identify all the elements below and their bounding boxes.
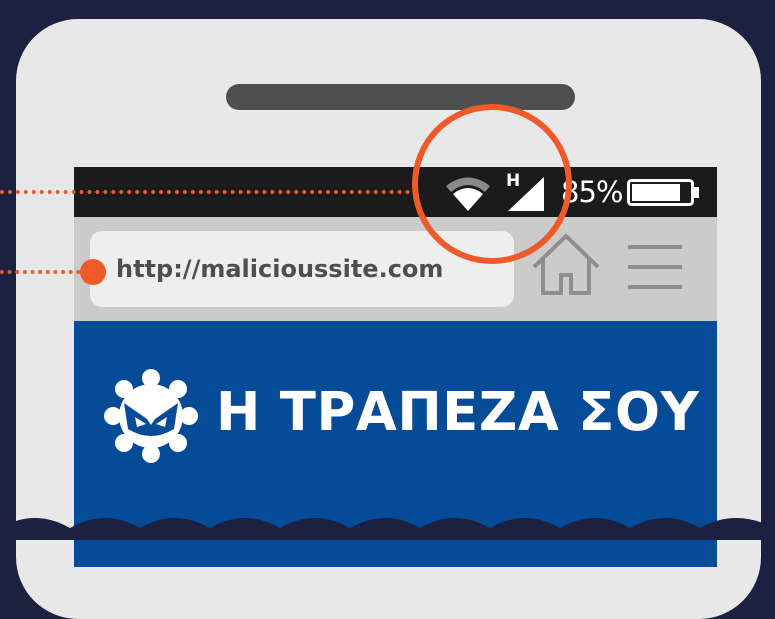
callout-line-status-bar: [0, 190, 418, 194]
bank-title: Η ΤΡΑΠΕΖΑ ΣΟΥ: [216, 382, 700, 443]
wave-decoration: [0, 518, 775, 540]
battery-icon: [627, 179, 699, 206]
status-highlight-circle: [412, 104, 572, 264]
battery-fill: [632, 184, 680, 201]
phone-speaker: [226, 84, 575, 110]
callout-dot-address-bar: [80, 259, 106, 285]
malicious-gear-mask-icon: [104, 369, 198, 463]
callout-line-address-bar: [0, 270, 88, 274]
hamburger-menu-icon[interactable]: [628, 243, 682, 291]
browser-toolbar: http://malicioussite.com: [74, 217, 717, 321]
